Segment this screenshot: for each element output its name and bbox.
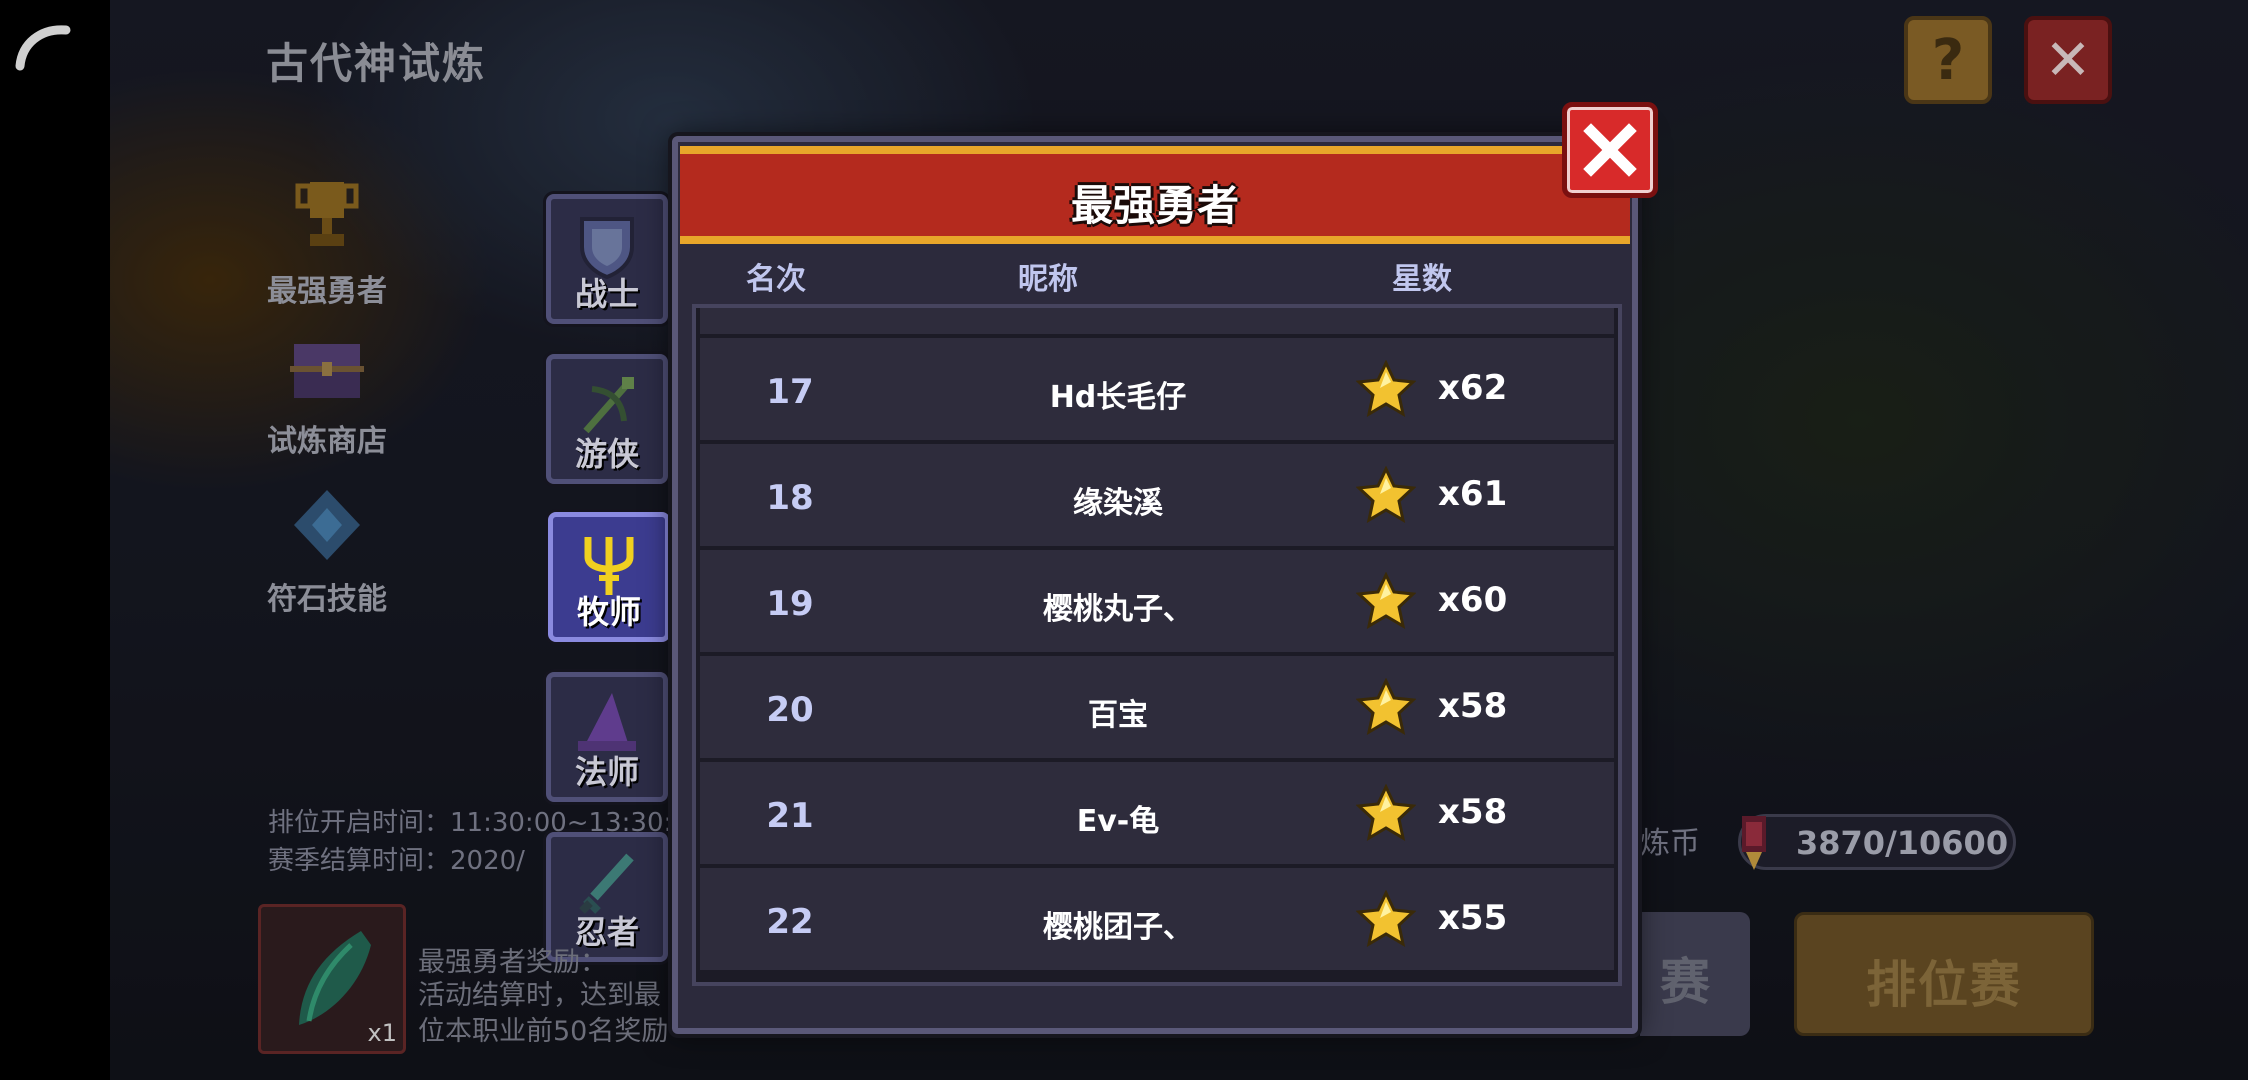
tab-label: 法师 (574, 753, 639, 791)
row-nickname: Hd长毛仔 (1049, 380, 1187, 415)
row-nickname: 百宝 (1088, 698, 1148, 733)
help-button[interactable]: ? (1904, 16, 1992, 104)
close-icon (1583, 123, 1637, 177)
coin-value: 3870/10600 (1796, 824, 2009, 862)
modal-title: 最强勇者 (1070, 181, 1239, 230)
star-icon (1356, 784, 1416, 842)
chest-icon (290, 344, 364, 398)
coin-label: 炼币 (1640, 826, 1700, 861)
row-rank: 19 (766, 584, 814, 624)
reward-desc-line: 位本职业前50名奖励 (418, 1016, 669, 1047)
star-icon (1356, 678, 1416, 736)
column-header-rank: 名次 (746, 262, 806, 297)
row-stars: x58 (1438, 686, 1508, 726)
modal-header: 最强勇者 (680, 146, 1630, 244)
table-row: 19 樱桃丸子、 x60 (700, 550, 1614, 656)
row-nickname: 樱桃丸子、 (1043, 592, 1193, 627)
reward-desc-line: 活动结算时，达到最 (418, 980, 661, 1011)
row-nickname: 缘染溪 (1073, 486, 1163, 521)
row-stars: x55 (1438, 898, 1508, 938)
trophy-icon (295, 182, 359, 246)
menu-label: 符石技能 (267, 582, 387, 617)
menu-item-trial-shop[interactable]: 试炼商店 (262, 322, 392, 460)
row-rank: 22 (766, 902, 814, 942)
tab-label: 牧师 (576, 593, 641, 631)
tab-mage[interactable]: 法师 (546, 672, 668, 802)
coin-icon (1742, 816, 1766, 870)
row-rank: 18 (766, 478, 814, 518)
table-row: 22 樱桃团子、 x55 (700, 868, 1614, 974)
back-arrow-icon[interactable] (12, 14, 72, 74)
tab-ranger[interactable]: 游侠 (546, 354, 668, 484)
menu-item-rune-skills[interactable]: 符石技能 (262, 480, 392, 618)
game-mode-title: 古代神试炼 (266, 39, 487, 88)
table-row: 21 Ev-龟 x58 (700, 762, 1614, 868)
match-button[interactable]: 赛 (1640, 912, 1750, 1036)
row-rank: 21 (766, 796, 814, 836)
reward-description: 活动结算时，达到最 位本职业前50名奖励 (418, 978, 668, 1050)
tab-priest[interactable]: 牧师 (548, 512, 670, 642)
table-row-partial (700, 308, 1614, 338)
row-stars: x58 (1438, 792, 1508, 832)
tab-label: 游侠 (574, 435, 639, 473)
menu-label: 试炼商店 (267, 424, 387, 459)
row-rank: 20 (766, 690, 814, 730)
table-row: 20 百宝 x58 (700, 656, 1614, 762)
table-row: 18 缘染溪 x61 (700, 444, 1614, 550)
row-stars: x61 (1438, 474, 1508, 514)
table-row: 17 Hd长毛仔 x62 (700, 338, 1614, 444)
rune-icon (294, 490, 360, 560)
star-icon (1356, 466, 1416, 524)
star-icon (1356, 360, 1416, 418)
row-nickname: 樱桃团子、 (1043, 910, 1193, 945)
modal-close-button[interactable] (1562, 102, 1658, 198)
menu-item-strongest-hero[interactable]: 最强勇者 (262, 172, 392, 310)
row-stars: x60 (1438, 580, 1508, 620)
column-header-nickname: 昵称 (1018, 262, 1078, 297)
ranked-open-time: 排位开启时间：11:30:00~13:30:0 (268, 808, 689, 838)
tab-warrior[interactable]: 战士 (546, 194, 668, 324)
menu-label: 最强勇者 (267, 274, 387, 309)
row-rank: 17 (766, 372, 814, 412)
leaderboard-list[interactable]: 17 Hd长毛仔 x62 18 缘染溪 x61 19 樱桃丸子、 x60 20 … (692, 304, 1622, 986)
star-icon (1356, 572, 1416, 630)
match-button-label: 赛 (1660, 953, 1710, 1011)
star-icon (1356, 890, 1416, 948)
tab-label: 战士 (574, 275, 639, 313)
reward-title: 最强勇者奖励： (418, 947, 607, 978)
row-stars: x62 (1438, 368, 1508, 408)
reward-count: x1 (367, 1019, 397, 1047)
ranked-button-label: 排位赛 (1866, 956, 2022, 1014)
close-screen-button[interactable]: ✕ (2024, 16, 2112, 104)
column-header-stars: 星数 (1392, 262, 1452, 297)
reward-item-slot[interactable]: x1 (258, 904, 406, 1054)
row-nickname: Ev-龟 (1076, 804, 1160, 839)
season-settle-time: 赛季结算时间：2020/ (268, 846, 525, 876)
ranked-match-button[interactable]: 排位赛 (1794, 912, 2094, 1036)
